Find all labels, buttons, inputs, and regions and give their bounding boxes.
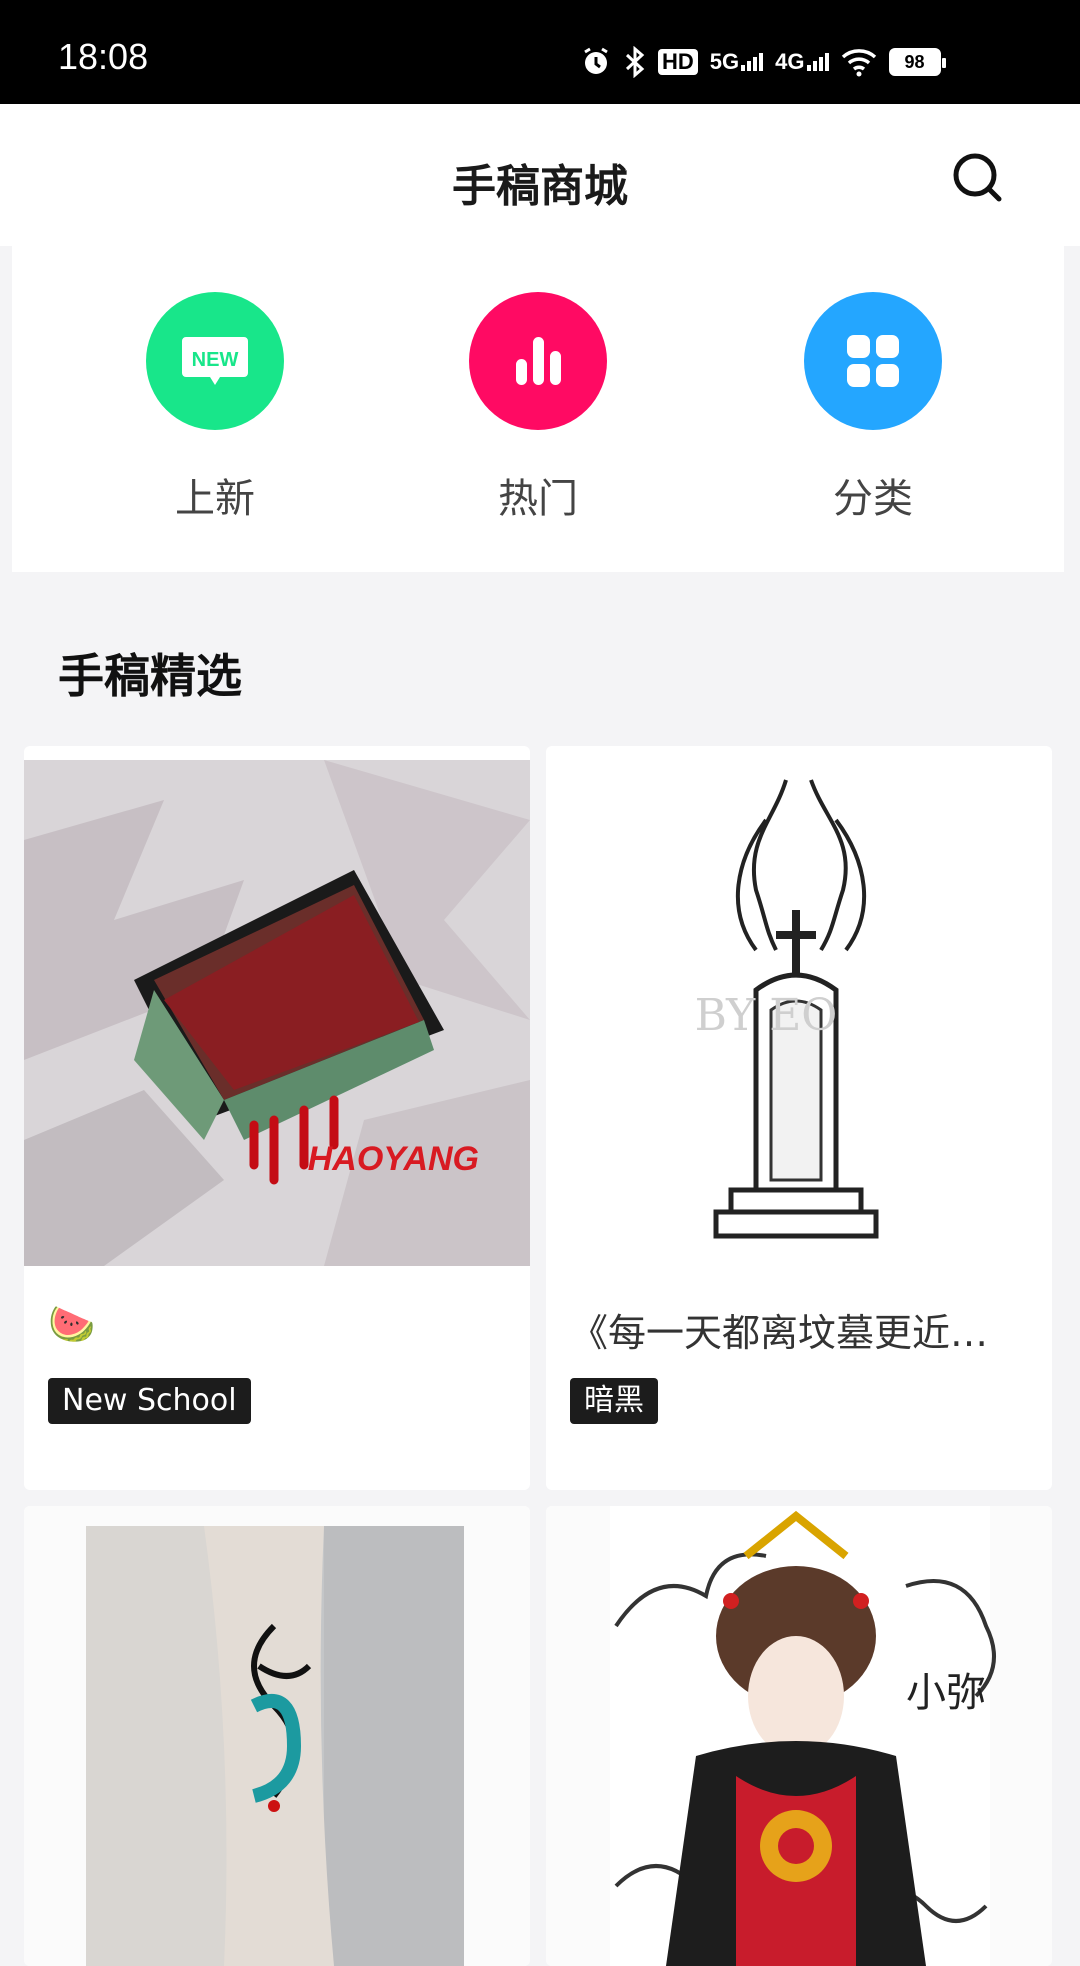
alarm-icon xyxy=(580,46,612,78)
category-classify-label: 分类 xyxy=(833,476,913,522)
watermelon-slice-illustration: HAOYANG xyxy=(24,760,530,1266)
product-card[interactable]: 小弥 xyxy=(546,1506,1052,1966)
geisha-illustration: 小弥 xyxy=(546,1506,1052,1966)
category-new[interactable]: NEW 上新 xyxy=(115,292,315,524)
page-title: 手稿商城 xyxy=(452,161,628,212)
product-card[interactable]: HAOYANG 🍉 New School xyxy=(24,746,530,1490)
network-4g-label: 4G xyxy=(775,49,805,74)
status-bar: 18:08 HD 5G 4G 98 xyxy=(0,0,1080,104)
app-header: 手稿商城 xyxy=(0,104,1080,246)
image-signature: HAOYANG xyxy=(308,1140,479,1178)
search-button[interactable] xyxy=(950,150,1006,206)
product-title: 🍉 xyxy=(48,1302,96,1346)
new-badge-text: NEW xyxy=(192,349,239,371)
network-5g-label: 5G xyxy=(709,49,740,74)
product-card[interactable]: BY EO 《每一天都离坟墓更近… 暗黑 xyxy=(546,746,1052,1490)
product-tag: 暗黑 xyxy=(570,1378,658,1424)
product-title: 《每一天都离坟墓更近… xyxy=(570,1311,989,1355)
search-icon xyxy=(953,153,1002,202)
category-panel: NEW 上新 热门 分类 xyxy=(12,246,1064,572)
product-tag: New School xyxy=(48,1378,251,1424)
signal-5g-icon: 5G xyxy=(709,49,764,75)
status-time: 18:08 xyxy=(58,36,149,77)
product-card[interactable] xyxy=(24,1506,530,1966)
tombstone-illustration: BY EO xyxy=(546,760,1052,1266)
category-hot-label: 热门 xyxy=(498,476,578,522)
status-icons: HD 5G 4G 98 xyxy=(580,38,946,86)
signal-4g-icon: 4G xyxy=(775,49,829,75)
hd-icon: HD xyxy=(658,49,698,75)
forearm-ink-tattoo-photo xyxy=(24,1506,530,1966)
image-signature: 小弥 xyxy=(906,1670,986,1716)
category-new-label: 上新 xyxy=(175,476,255,522)
image-watermark: BY EO xyxy=(695,990,838,1041)
new-icon: NEW xyxy=(146,292,284,430)
grid-icon xyxy=(804,292,942,430)
category-classify[interactable]: 分类 xyxy=(773,292,973,524)
wifi-icon xyxy=(841,47,877,77)
battery-icon: 98 xyxy=(888,48,946,76)
category-hot[interactable]: 热门 xyxy=(438,292,638,524)
section-title: 手稿精选 xyxy=(58,649,242,703)
bluetooth-icon xyxy=(624,46,646,78)
bar-chart-icon xyxy=(469,292,607,430)
